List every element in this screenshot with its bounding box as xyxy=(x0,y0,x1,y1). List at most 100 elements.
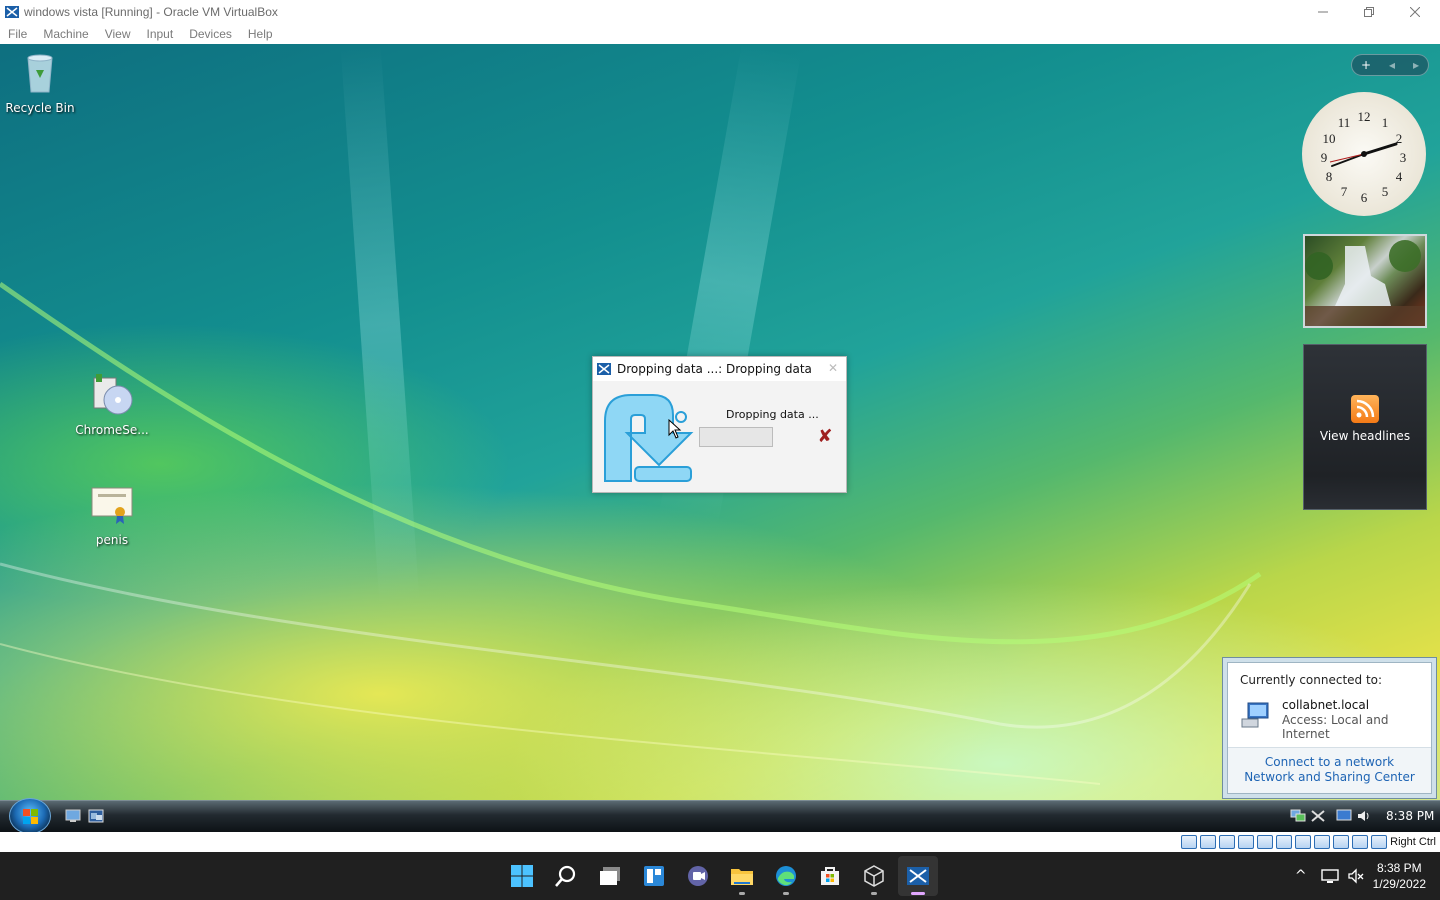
sidebar-next-button[interactable]: ▸ xyxy=(1413,58,1419,72)
menu-help[interactable]: Help xyxy=(248,27,273,41)
clock-gadget[interactable]: 12 1 2 3 4 5 6 7 8 9 10 11 xyxy=(1302,92,1426,216)
host-taskbar: ^ 8:38 PM 1/29/2022 xyxy=(0,852,1440,900)
running-indicator xyxy=(871,892,877,895)
usb-status-icon[interactable] xyxy=(1257,835,1274,849)
store-button[interactable] xyxy=(810,856,850,896)
waterfall-photo-icon xyxy=(1305,240,1425,326)
feed-headlines-gadget[interactable]: View headlines xyxy=(1303,344,1427,510)
desktop-icon-label: Recycle Bin xyxy=(5,101,75,115)
widgets-button[interactable] xyxy=(634,856,674,896)
dialog-close-button[interactable]: ✕ xyxy=(828,361,838,375)
optical-drive-status-icon[interactable] xyxy=(1200,835,1217,849)
mouse-cursor-icon xyxy=(668,419,682,439)
search-icon xyxy=(555,865,576,887)
vista-vm-icon xyxy=(907,867,929,885)
network-disconnected-icon[interactable] xyxy=(1310,809,1326,823)
close-button[interactable] xyxy=(1392,0,1438,24)
connected-header: Currently connected to: xyxy=(1240,673,1383,687)
keyboard-status-icon[interactable] xyxy=(1371,835,1388,849)
desktop-icon-chromesetup[interactable]: ChromeSe... xyxy=(72,370,152,437)
dialog-message: Dropping data ... xyxy=(726,408,819,421)
network-name: collabnet.local xyxy=(1282,698,1370,712)
display-tray-icon[interactable] xyxy=(1336,809,1352,823)
flyout-body: Currently connected to: collabnet.local … xyxy=(1227,662,1432,794)
running-indicator xyxy=(739,892,745,895)
display-status-icon[interactable] xyxy=(1295,835,1312,849)
desktop-icon-label: penis xyxy=(95,533,129,547)
menu-input[interactable]: Input xyxy=(147,27,174,41)
menu-file[interactable]: File xyxy=(8,27,27,41)
show-hidden-icons-button[interactable]: ^ xyxy=(1295,868,1307,884)
windows-start-icon xyxy=(511,865,533,887)
switch-windows-icon[interactable] xyxy=(88,809,104,823)
vt-x-status-icon[interactable] xyxy=(1333,835,1350,849)
search-button[interactable] xyxy=(546,856,586,896)
network-sharing-center-link[interactable]: Network and Sharing Center xyxy=(1228,770,1431,785)
network-tray-icon[interactable] xyxy=(1290,809,1306,823)
clock-face-icon: 12 1 2 3 4 5 6 7 8 9 10 11 xyxy=(1321,109,1407,205)
virtualbox-icon xyxy=(597,363,611,375)
volume-muted-icon[interactable] xyxy=(1347,867,1365,885)
audio-status-icon[interactable] xyxy=(1219,835,1236,849)
volume-icon[interactable] xyxy=(1356,809,1372,823)
guest-desktop[interactable]: Recycle Bin ChromeSe... penis + ◂ ▸ 12 1… xyxy=(0,44,1440,832)
host-date: 1/29/2022 xyxy=(1372,877,1426,891)
active-indicator xyxy=(911,892,925,895)
network-status-icon[interactable] xyxy=(1238,835,1255,849)
vm-window-button[interactable] xyxy=(898,856,938,896)
dialog-title-bar: Dropping data ...: Dropping data ✕ xyxy=(593,357,846,381)
menu-machine[interactable]: Machine xyxy=(43,27,88,41)
teams-chat-icon xyxy=(688,866,708,886)
restore-button[interactable] xyxy=(1346,0,1392,24)
connect-to-network-link[interactable]: Connect to a network xyxy=(1228,755,1431,770)
host-start-button[interactable] xyxy=(502,856,542,896)
edge-button[interactable] xyxy=(766,856,806,896)
minimize-button[interactable] xyxy=(1300,0,1346,24)
shared-folders-status-icon[interactable] xyxy=(1276,835,1293,849)
clock-hour-label: 1 xyxy=(1382,115,1389,130)
vista-clock[interactable]: 8:38 PM xyxy=(1386,809,1434,823)
clock-hour-label: 10 xyxy=(1323,131,1336,146)
network-computer-icon xyxy=(1241,702,1269,728)
host-clock[interactable]: 8:38 PM 1/29/2022 xyxy=(1373,860,1426,892)
start-button[interactable] xyxy=(9,798,51,832)
cancel-drop-button[interactable]: ✘ xyxy=(815,427,835,447)
restore-icon xyxy=(1364,7,1374,17)
task-view-button[interactable] xyxy=(590,856,630,896)
menu-devices[interactable]: Devices xyxy=(189,27,232,41)
clock-hour-label: 6 xyxy=(1361,190,1368,205)
show-desktop-icon[interactable] xyxy=(65,809,81,823)
clock-hour-label: 4 xyxy=(1396,169,1403,184)
hard-disk-status-icon[interactable] xyxy=(1181,835,1198,849)
network-status-flyout: Currently connected to: collabnet.local … xyxy=(1222,657,1437,799)
virtualbox-manager-button[interactable] xyxy=(854,856,894,896)
folder-icon xyxy=(731,869,753,885)
vista-taskbar xyxy=(0,800,1440,832)
sidebar-prev-button[interactable]: ◂ xyxy=(1389,58,1395,72)
window-title: windows vista [Running] - Oracle VM Virt… xyxy=(24,5,278,19)
mouse-integration-status-icon[interactable] xyxy=(1352,835,1369,849)
clock-hour-label: 12 xyxy=(1358,109,1371,124)
desktop-icon-recycle-bin[interactable]: Recycle Bin xyxy=(0,48,80,115)
virtualbox-icon xyxy=(5,6,19,18)
add-gadget-button[interactable]: + xyxy=(1361,58,1371,72)
clock-hour-label: 7 xyxy=(1341,184,1348,199)
rss-icon xyxy=(1351,395,1379,423)
vista-notification-area: 8:38 PM xyxy=(1286,804,1440,828)
widgets-icon xyxy=(644,866,664,886)
slideshow-gadget[interactable] xyxy=(1303,234,1427,328)
view-headlines-link[interactable]: View headlines xyxy=(1304,429,1426,443)
installer-cd-icon xyxy=(93,374,133,415)
recording-status-icon[interactable] xyxy=(1314,835,1331,849)
file-explorer-button[interactable] xyxy=(722,856,762,896)
minimize-icon xyxy=(1318,11,1328,13)
network-access: Access: Local and Internet xyxy=(1282,713,1389,741)
desktop-icon-penis[interactable]: penis xyxy=(72,480,152,547)
close-icon xyxy=(1410,7,1420,17)
menu-view[interactable]: View xyxy=(105,27,131,41)
clock-hour-label: 8 xyxy=(1326,169,1333,184)
windows-logo-icon xyxy=(23,809,38,824)
chat-button[interactable] xyxy=(678,856,718,896)
host-key-label: Right Ctrl xyxy=(1390,836,1436,848)
monitor-network-icon[interactable] xyxy=(1320,867,1339,885)
